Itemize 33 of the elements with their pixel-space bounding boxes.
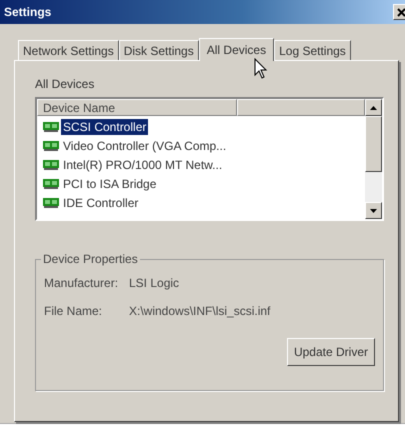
field-value: X:\windows\INF\lsi_scsi.inf (129, 304, 270, 318)
column-header[interactable] (237, 99, 365, 116)
down-arrow-icon (370, 208, 377, 212)
card-icon (43, 121, 61, 132)
close-icon (396, 8, 405, 16)
tab[interactable]: Network Settings (18, 40, 119, 60)
scroll-down-button[interactable] (365, 202, 382, 219)
card-icon (43, 178, 61, 189)
field-value: LSI Logic (129, 276, 180, 290)
list-item[interactable]: Intel(R) PRO/1000 MT Netw... (61, 156, 224, 172)
card-icon (43, 140, 61, 151)
close-button[interactable] (393, 4, 405, 20)
list-item[interactable]: IDE Controller (61, 194, 140, 210)
tab[interactable]: Log Settings (274, 40, 351, 60)
scroll-up-button[interactable] (365, 99, 382, 116)
mouse-cursor-icon (254, 58, 268, 80)
list-item[interactable]: Video Controller (VGA Comp... (61, 138, 228, 154)
list-label: All Devices (35, 77, 96, 91)
update-driver-button[interactable]: Update Driver (286, 338, 375, 366)
field-label: File Name: (44, 304, 104, 318)
card-icon (43, 197, 61, 208)
group-title: Device Properties (41, 252, 140, 266)
list-item[interactable]: SCSI Controller (61, 118, 148, 134)
window-title: Settings (4, 5, 52, 19)
list-item[interactable]: PCI to ISA Bridge (61, 176, 158, 192)
card-icon (43, 159, 61, 170)
up-arrow-icon (370, 106, 377, 110)
tab[interactable]: All Devices (198, 38, 274, 61)
column-header[interactable]: Device Name (37, 99, 237, 116)
tab[interactable]: Disk Settings (118, 40, 199, 60)
scrollbar[interactable] (365, 99, 382, 219)
field-label: Manufacturer: (44, 276, 120, 290)
scroll-thumb[interactable] (365, 116, 382, 172)
